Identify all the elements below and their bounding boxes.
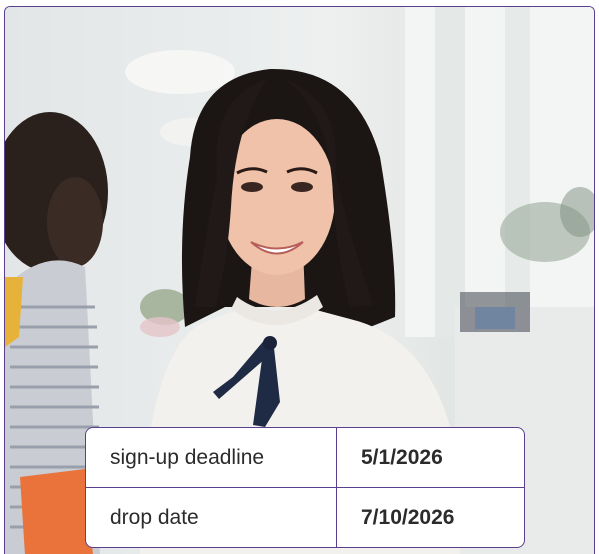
table-row: sign-up deadline 5/1/2026	[86, 428, 524, 487]
signup-deadline-label: sign-up deadline	[86, 428, 337, 487]
drop-date-value: 7/10/2026	[361, 505, 455, 529]
drop-date-label: drop date	[86, 488, 337, 547]
signup-deadline-value: 5/1/2026	[361, 445, 443, 469]
deadline-table: sign-up deadline 5/1/2026 drop date 7/10…	[85, 427, 525, 548]
hero-card: sign-up deadline 5/1/2026 drop date 7/10…	[4, 6, 595, 554]
table-row: drop date 7/10/2026	[86, 487, 524, 547]
